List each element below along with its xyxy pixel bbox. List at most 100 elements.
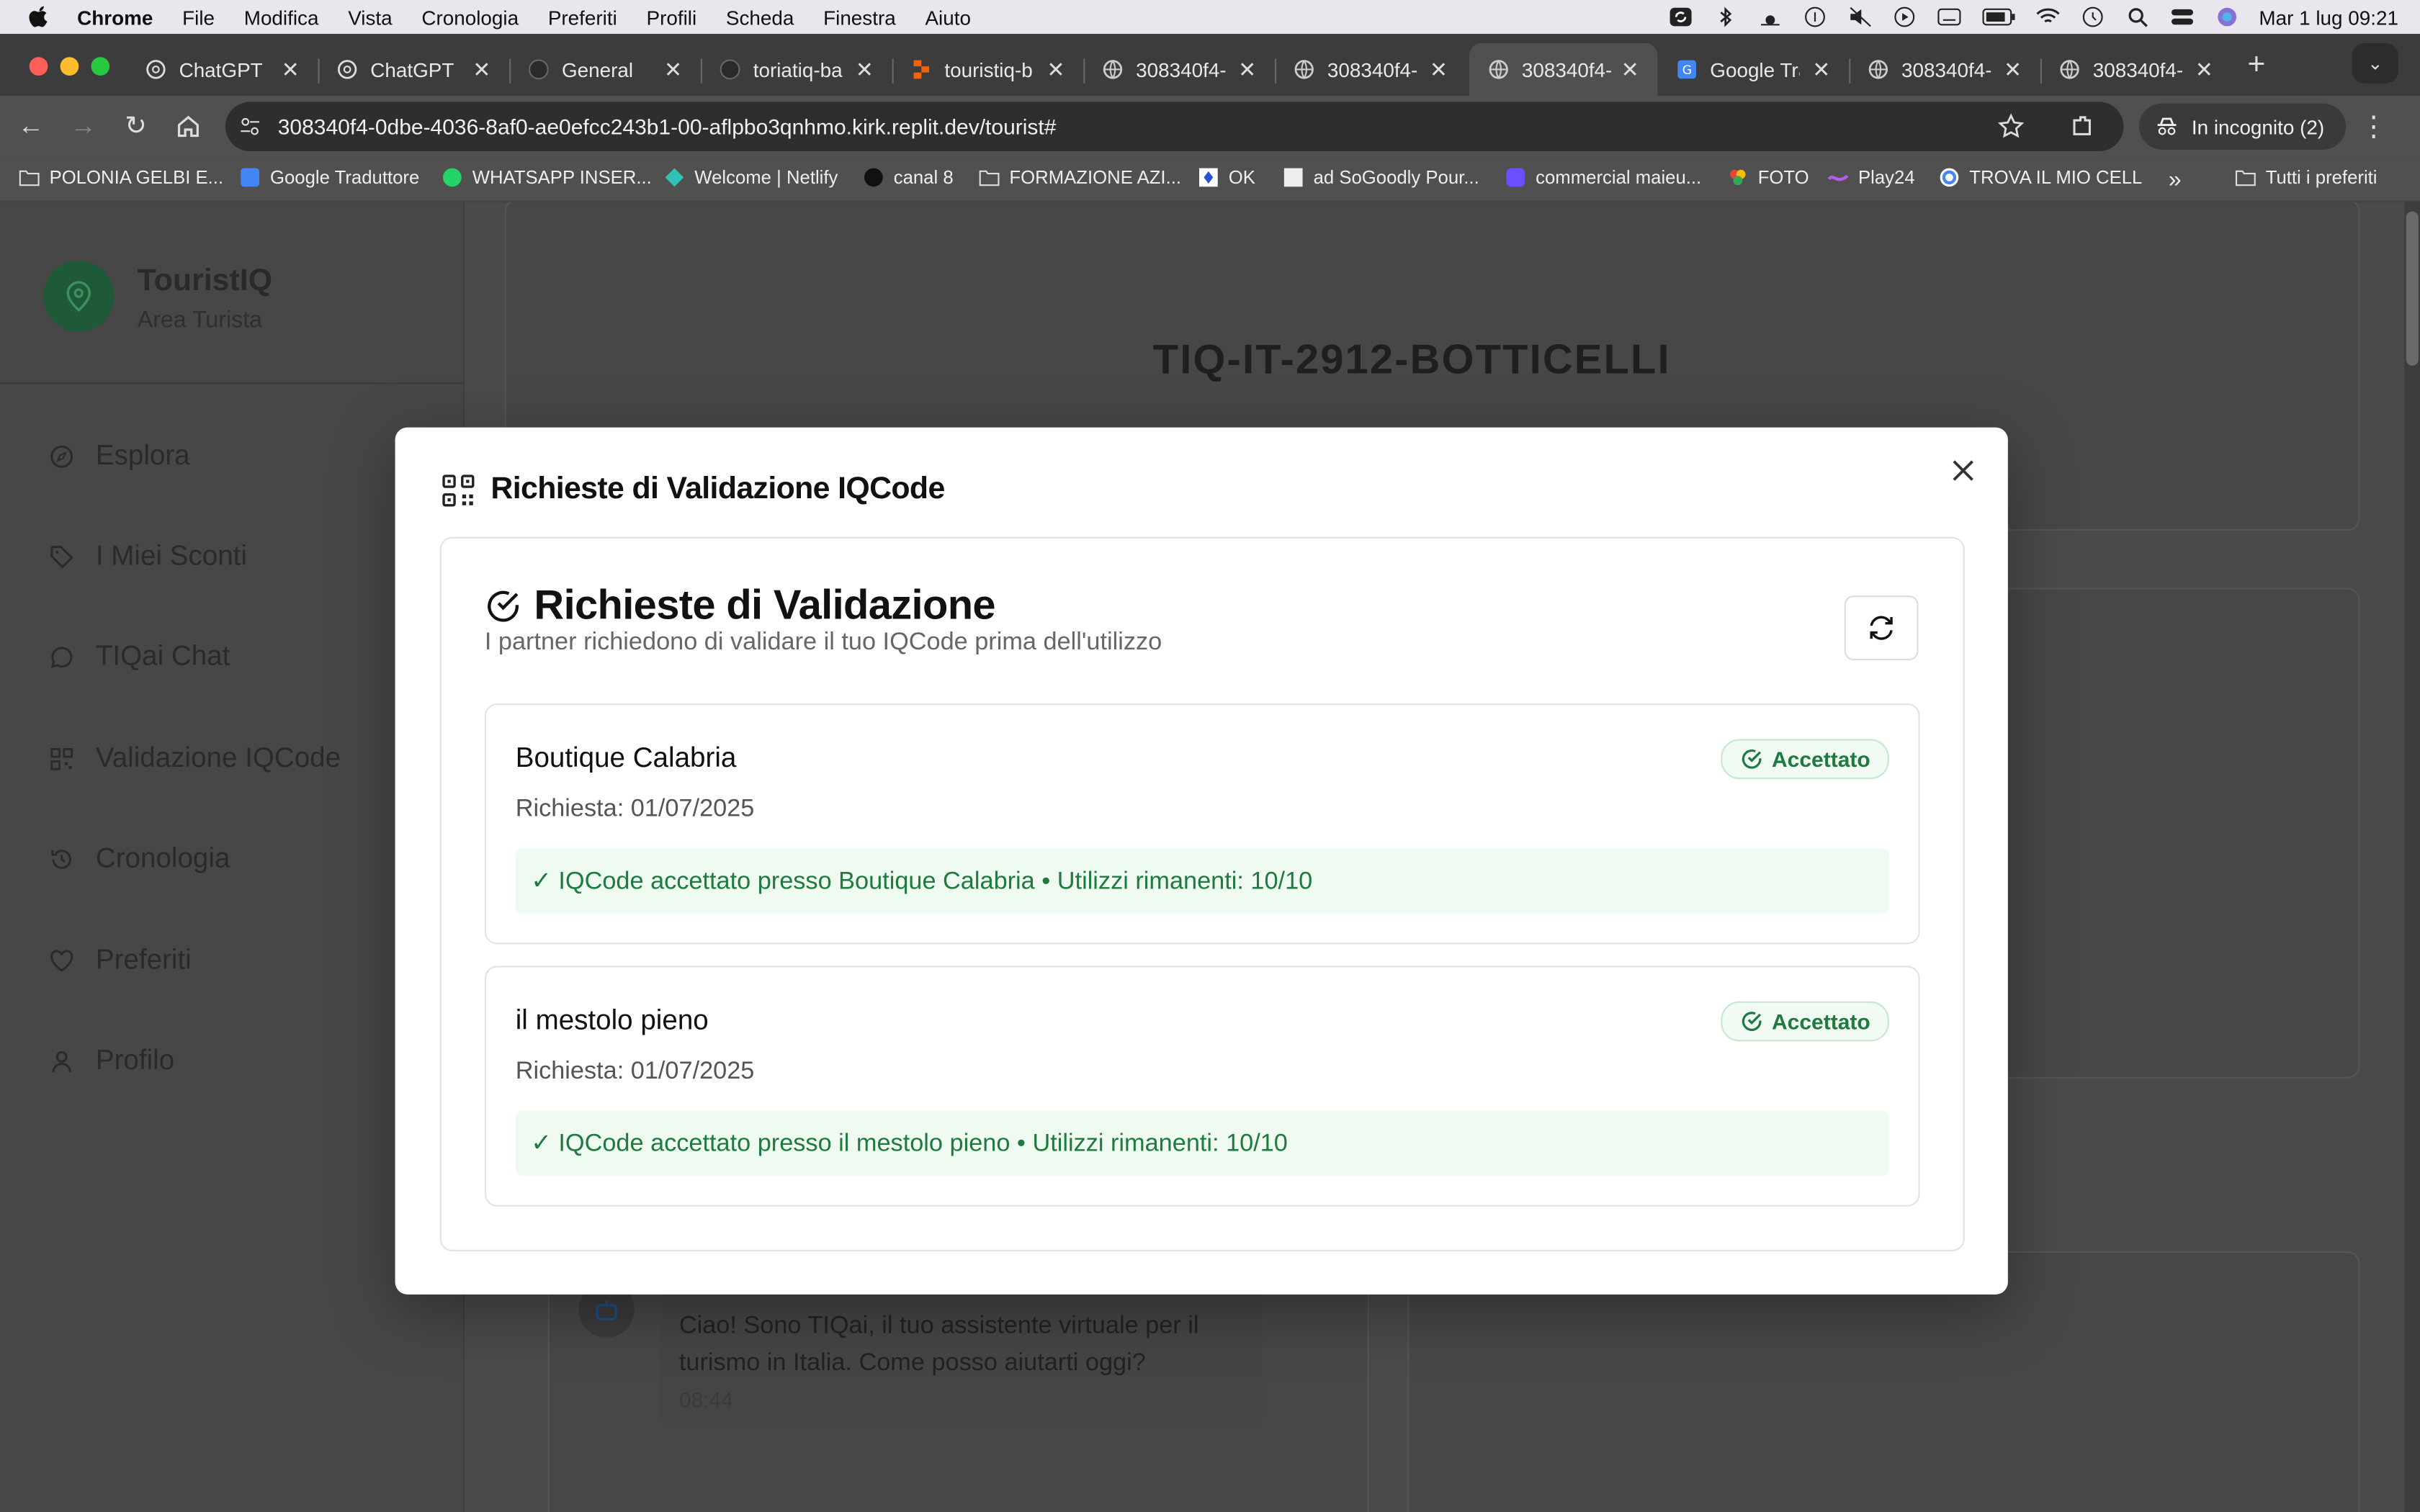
control-center-icon[interactable]: [2169, 6, 2194, 28]
bookmark-foto[interactable]: FOTO: [1727, 166, 1809, 188]
wifi-icon[interactable]: [2035, 6, 2060, 28]
bookmark-sogoodly[interactable]: ad SoGoodly Pour...: [1283, 166, 1479, 188]
reload-button[interactable]: ↻: [120, 111, 151, 142]
page-scrollbar[interactable]: [2404, 202, 2420, 1512]
menu-aiuto[interactable]: Aiuto: [925, 6, 971, 29]
mute-icon[interactable]: [1847, 6, 1871, 28]
close-tab-icon[interactable]: ✕: [664, 57, 682, 83]
menu-cronologia[interactable]: Cronologia: [421, 6, 519, 29]
time-machine-icon[interactable]: [2080, 6, 2105, 28]
bookmark-star-icon[interactable]: [1997, 112, 2025, 140]
home-icon[interactable]: [173, 111, 204, 142]
spotlight-icon[interactable]: [2125, 6, 2149, 28]
tab-replit-1[interactable]: 308340f4- ✕: [1083, 43, 1275, 96]
chrome-menu-icon[interactable]: ⋮: [2358, 111, 2389, 142]
site-settings-icon[interactable]: [238, 114, 262, 139]
close-window-button[interactable]: [29, 57, 48, 76]
request-date: Richiesta: 01/07/2025: [515, 796, 755, 823]
sidebar-item-esplora[interactable]: Esplora: [50, 440, 190, 472]
close-tab-icon[interactable]: ✕: [2195, 57, 2213, 83]
tab-replit-2[interactable]: 308340f4- ✕: [1275, 43, 1466, 96]
google-icon: [1940, 168, 1959, 187]
bookmark-all[interactable]: Tutti i preferiti: [2235, 166, 2378, 188]
menu-finestra[interactable]: Finestra: [823, 6, 896, 29]
sidebar-item-profilo[interactable]: Profilo: [50, 1045, 174, 1077]
new-tab-button[interactable]: +: [2241, 50, 2272, 81]
bookmark-netlify[interactable]: Welcome | Netlify: [663, 166, 838, 188]
tab-toriatiq[interactable]: toriatiq-ba ✕: [701, 43, 892, 96]
google-translate-icon: G: [1677, 60, 1696, 79]
close-tab-icon[interactable]: ✕: [1621, 57, 1639, 83]
zoom-window-button[interactable]: [91, 57, 110, 76]
chat-timestamp: 08:44: [678, 1387, 733, 1412]
tab-touristiq[interactable]: touristiq-b ✕: [892, 43, 1084, 96]
tab-replit-active[interactable]: 308340f4- ✕: [1469, 43, 1658, 96]
tab-chatgpt-2[interactable]: ChatGPT ✕: [318, 43, 509, 96]
menu-chrome[interactable]: Chrome: [77, 6, 153, 29]
sidebar-item-preferiti[interactable]: Preferiti: [50, 944, 192, 976]
iqcode-title: TIQ-IT-2912-BOTTICELLI: [1152, 336, 1671, 383]
brightness-icon[interactable]: [1757, 6, 1782, 28]
tab-search-button[interactable]: ⌄: [2352, 43, 2398, 84]
close-modal-button[interactable]: [1948, 456, 1978, 487]
sidebar-item-cronologia[interactable]: Cronologia: [50, 842, 230, 875]
play-icon[interactable]: [1891, 6, 1916, 28]
replit-icon: [913, 60, 929, 79]
tab-general[interactable]: General ✕: [509, 43, 701, 96]
tab-replit-3[interactable]: 308340f4- ✕: [1849, 43, 2040, 96]
tag-icon: [50, 545, 73, 568]
sidebar-item-sconti[interactable]: I Miei Sconti: [50, 540, 247, 572]
extensions-icon[interactable]: [2068, 112, 2096, 140]
siri-icon[interactable]: [2214, 6, 2238, 28]
keyboard-icon[interactable]: [1937, 6, 1961, 28]
bluetooth-icon[interactable]: [1713, 6, 1737, 28]
sidebar-item-chat[interactable]: TIQai Chat: [50, 640, 230, 672]
bookmark-ok[interactable]: OK: [1198, 166, 1255, 188]
close-tab-icon[interactable]: ✕: [282, 57, 300, 83]
status-badge: Accettato: [1721, 739, 1889, 780]
apple-logo-icon[interactable]: [28, 6, 50, 28]
minimize-window-button[interactable]: [60, 57, 79, 76]
tab-chatgpt-1[interactable]: ChatGPT ✕: [127, 43, 318, 96]
bookmark-google-translate[interactable]: Google Traduttore: [239, 166, 419, 188]
bookmark-formazione[interactable]: FORMAZIONE AZI...: [979, 166, 1181, 188]
sidebar-item-validazione[interactable]: Validazione IQCode: [50, 742, 341, 775]
close-tab-icon[interactable]: ✕: [472, 57, 490, 83]
back-button[interactable]: ←: [15, 111, 46, 142]
requests-title: Richieste di Validazione: [534, 581, 995, 629]
menu-modifica[interactable]: Modifica: [244, 6, 319, 29]
incognito-profile-button[interactable]: In incognito (2): [2139, 103, 2347, 150]
github-icon: [720, 59, 740, 80]
battery-icon[interactable]: [1981, 6, 2015, 28]
bookmark-whatsapp[interactable]: WHATSAPP INSER...: [442, 166, 652, 188]
bookmark-canal8[interactable]: canal 8: [863, 166, 954, 188]
github-icon: [528, 59, 549, 80]
bookmark-commercial[interactable]: commercial maieu...: [1505, 166, 1701, 188]
bookmark-play24[interactable]: Play24: [1827, 166, 1915, 188]
close-tab-icon[interactable]: ✕: [1430, 57, 1448, 83]
more-bookmarks-icon[interactable]: »: [2169, 166, 2182, 192]
menu-profili[interactable]: Profili: [647, 6, 697, 29]
incognito-icon: [2157, 117, 2177, 135]
menu-file[interactable]: File: [182, 6, 215, 29]
tab-replit-4[interactable]: 308340f4- ✕: [2040, 43, 2232, 96]
bookmark-polonia[interactable]: POLONIA GELBI E...: [19, 166, 223, 188]
url-text[interactable]: 308340f4-0dbe-4036-8af0-ae0efcc243b1-00-…: [278, 114, 1057, 139]
sync-icon[interactable]: [1668, 6, 1693, 28]
close-tab-icon[interactable]: ✕: [1238, 57, 1256, 83]
close-tab-icon[interactable]: ✕: [1812, 57, 1830, 83]
menu-preferiti[interactable]: Preferiti: [548, 6, 617, 29]
close-tab-icon[interactable]: ✕: [2004, 57, 2022, 83]
menu-vista[interactable]: Vista: [348, 6, 392, 29]
menu-scheda[interactable]: Scheda: [726, 6, 794, 29]
forward-button[interactable]: →: [68, 111, 99, 142]
address-bar[interactable]: 308340f4-0dbe-4036-8af0-ae0efcc243b1-00-…: [225, 102, 2124, 151]
bookmark-trova-cell[interactable]: TROVA IL MIO CELL: [1938, 166, 2142, 188]
close-tab-icon[interactable]: ✕: [1047, 57, 1065, 83]
accessibility-icon[interactable]: [1802, 6, 1827, 28]
close-tab-icon[interactable]: ✕: [856, 57, 874, 83]
refresh-button[interactable]: [1844, 595, 1919, 661]
clock[interactable]: Mar 1 lug 09:21: [2259, 6, 2398, 29]
brand-logo: [43, 261, 115, 332]
tab-google-translate[interactable]: G Google Tra ✕: [1657, 43, 1849, 96]
